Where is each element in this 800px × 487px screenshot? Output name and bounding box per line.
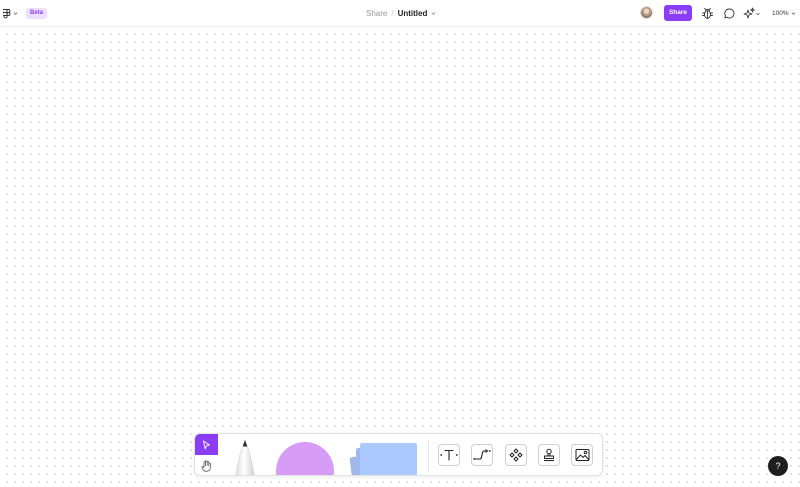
component-tool-button[interactable] — [505, 444, 527, 466]
zoom-control[interactable]: 100% — [772, 8, 796, 19]
breadcrumb-share[interactable]: Share — [366, 7, 387, 20]
connector-icon — [473, 449, 491, 460]
stamp-tool-button[interactable] — [538, 444, 560, 466]
chevron-down-icon — [791, 12, 796, 15]
canvas[interactable] — [0, 27, 800, 487]
component-icon — [509, 448, 523, 462]
file-title[interactable]: Untitled — [398, 7, 428, 20]
breadcrumb: Share / Untitled — [366, 7, 436, 20]
bottom-toolbar — [194, 433, 603, 476]
hand-icon — [201, 459, 211, 472]
select-tool-button[interactable] — [195, 434, 218, 455]
text-tool-button[interactable] — [438, 444, 460, 466]
image-tool-button[interactable] — [571, 444, 593, 466]
main-menu-button[interactable] — [3, 7, 19, 20]
breadcrumb-separator: / — [391, 9, 394, 18]
help-button[interactable]: ? — [768, 456, 788, 476]
toolbar-divider — [428, 440, 429, 471]
chevron-down-icon — [13, 12, 18, 15]
stamp-icon — [544, 448, 554, 461]
hand-tool-button[interactable] — [195, 455, 218, 475]
cursor-icon — [203, 440, 210, 449]
top-bar: Beta Share / Untitled Share 100% — [0, 0, 800, 27]
bug-icon[interactable] — [701, 7, 714, 20]
sticky-note-tool[interactable] — [348, 440, 420, 476]
connector-tool-button[interactable] — [471, 444, 493, 466]
ai-sparkle-icon[interactable] — [743, 7, 761, 20]
comment-icon[interactable] — [723, 7, 736, 20]
chevron-down-icon[interactable] — [431, 11, 436, 16]
zoom-level: 100% — [772, 10, 789, 17]
pencil-tool[interactable] — [231, 438, 259, 476]
share-button[interactable]: Share — [664, 5, 692, 21]
avatar[interactable] — [640, 6, 653, 19]
figma-logo-icon — [3, 8, 11, 18]
shape-tool[interactable] — [276, 442, 334, 475]
image-icon — [575, 449, 589, 461]
text-icon — [440, 449, 458, 461]
beta-badge: Beta — [26, 8, 48, 19]
